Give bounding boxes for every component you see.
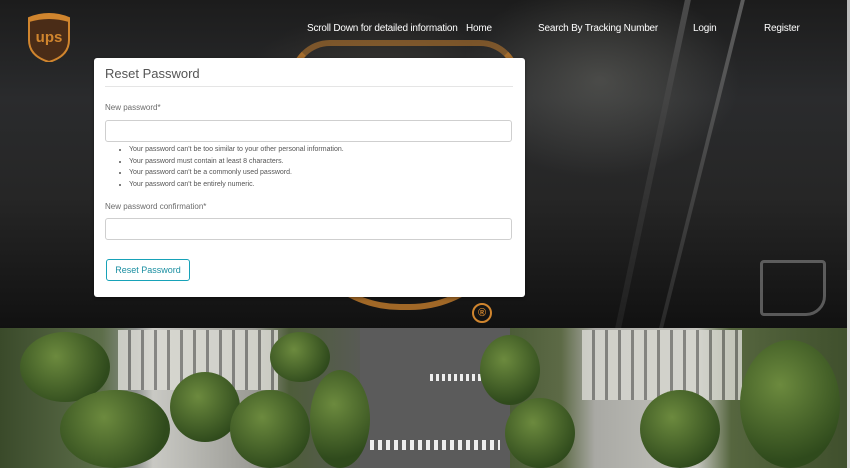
ups-logo[interactable]: ups	[27, 12, 71, 64]
tree	[740, 340, 840, 468]
password-help-item: Your password can't be too similar to yo…	[129, 144, 344, 156]
password-help-item: Your password must contain at least 8 ch…	[129, 156, 344, 168]
card-divider	[105, 86, 513, 87]
nav-link-login[interactable]: Login	[693, 22, 717, 36]
password-help-list: Your password can't be too similar to yo…	[119, 144, 344, 190]
card-title: Reset Password	[105, 66, 200, 81]
registered-trademark-icon: ®	[472, 303, 492, 323]
tree	[310, 370, 370, 468]
confirm-password-label: New password confirmation*	[105, 202, 207, 211]
escalator-rail	[760, 260, 826, 316]
tree	[480, 335, 540, 405]
tree	[505, 398, 575, 468]
logo-text: ups	[35, 29, 63, 46]
password-help-item: Your password can't be entirely numeric.	[129, 179, 344, 191]
navbar: ups Scroll Down for detailed information…	[0, 0, 850, 64]
reset-password-card: Reset Password New password* Your passwo…	[94, 58, 525, 297]
tree	[640, 390, 720, 468]
password-help-item: Your password can't be a commonly used p…	[129, 167, 344, 179]
nav-link-home[interactable]: Home	[466, 22, 492, 36]
reset-password-button[interactable]: Reset Password	[106, 259, 190, 281]
tree	[270, 332, 330, 382]
city-building	[582, 330, 742, 400]
tree	[230, 390, 310, 468]
nav-link-search-tracking[interactable]: Search By Tracking Number	[538, 22, 658, 36]
page: ® ups Scroll Down for detailed informati…	[0, 0, 850, 468]
crosswalk	[370, 440, 500, 450]
tree	[60, 390, 170, 468]
nav-link-register[interactable]: Register	[764, 22, 800, 36]
new-password-label: New password*	[105, 103, 161, 112]
new-password-input[interactable]	[105, 120, 512, 142]
confirm-password-input[interactable]	[105, 218, 512, 240]
nav-link-scroll-down[interactable]: Scroll Down for detailed information	[307, 22, 458, 36]
